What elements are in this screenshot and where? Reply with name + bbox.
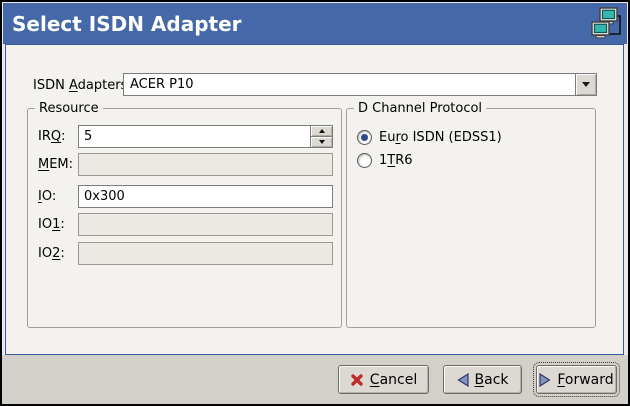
arrow-up-icon [319,129,325,133]
forward-button-label: Forward [557,372,613,388]
back-arrow-icon [457,373,469,387]
select-isdn-adapter-dialog: Select ISDN Adapter ISDN Adapter [0,0,630,406]
resource-group: Resource IRQ: MEM: IO: [27,108,342,328]
cancel-button-label: Cancel [370,372,417,388]
io1-input [78,213,333,236]
io-label: IO: [38,189,56,204]
forward-button[interactable]: Forward [536,365,617,394]
d-channel-protocol-group: D Channel Protocol Euro ISDN (EDSS1) 1TR… [346,108,596,328]
mem-input [78,153,333,176]
chevron-down-icon [582,82,590,87]
combo-dropdown-button[interactable] [575,74,596,95]
io2-input [78,242,333,265]
radio-euro-isdn[interactable] [357,130,372,145]
cancel-x-icon [350,373,364,387]
dialog-title: Select ISDN Adapter [3,12,242,36]
d-channel-protocol-title: D Channel Protocol [354,101,486,116]
dialog-header: Select ISDN Adapter [3,3,627,44]
forward-arrow-icon [539,373,551,387]
irq-spinner [310,125,333,148]
isdn-adapters-label: ISDN Adapters: [33,78,132,93]
isdn-adapter-combobox[interactable] [123,73,597,96]
radio-1tr6[interactable] [357,153,372,168]
back-button-label: Back [475,372,509,388]
isdn-adapter-combo-entry[interactable] [124,74,575,95]
1tr6-label[interactable]: 1TR6 [379,153,413,168]
io2-label: IO2: [38,246,65,261]
wizard-content-panel: ISDN Adapters: Resource IRQ: [5,44,624,355]
network-computers-icon [590,7,622,45]
io1-label: IO1: [38,217,65,232]
resource-group-title: Resource [35,101,103,116]
mem-label: MEM: [38,157,73,172]
back-button[interactable]: Back [443,365,522,394]
arrow-down-icon [319,140,325,144]
euro-isdn-label[interactable]: Euro ISDN (EDSS1) [379,130,502,145]
io-input[interactable] [78,185,333,208]
spin-up-button[interactable] [310,125,333,137]
action-area: Cancel Back Forward [2,355,628,404]
cancel-button[interactable]: Cancel [338,365,429,394]
irq-label: IRQ: [38,129,66,144]
radio-selected-dot [361,134,368,141]
irq-input[interactable] [78,125,310,148]
spin-down-button[interactable] [310,137,333,148]
